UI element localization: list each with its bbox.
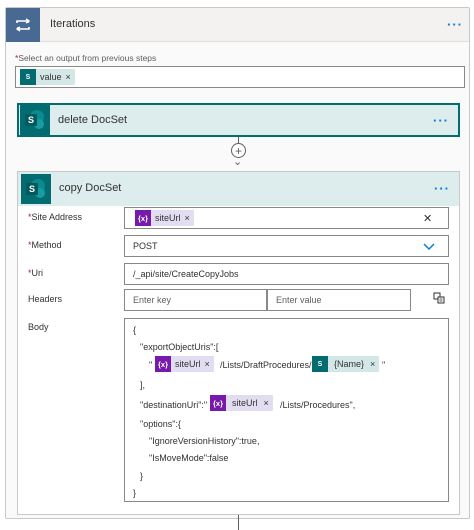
body-line: { (133, 325, 137, 335)
body-line: " (149, 360, 153, 370)
variable-icon: {x} (135, 210, 151, 226)
body-line: " (382, 360, 386, 370)
body-line: } (133, 488, 137, 498)
delete-docset-action[interactable]: S delete DocSet ··· (17, 103, 460, 137)
body-line: "IgnoreVersionHistory":true, (149, 436, 260, 446)
siteurl-token[interactable]: {x} siteUrl × (135, 210, 194, 226)
remove-token-icon[interactable]: × (370, 359, 379, 369)
value-token[interactable]: S value × (20, 69, 75, 85)
arrow-down-icon: ⌄ (233, 156, 243, 168)
site-address-field[interactable]: {x} siteUrl × ✕ (124, 207, 449, 229)
sharepoint-logo-icon: S (21, 174, 51, 204)
name-token[interactable]: S {Name} × (312, 356, 380, 372)
loop-header[interactable]: Iterations ··· (6, 8, 469, 42)
uri-label: *Uri (28, 268, 44, 278)
sharepoint-icon: S (20, 69, 36, 85)
body-label: Body (28, 322, 49, 332)
loop-icon (6, 8, 40, 42)
remove-token-icon[interactable]: × (66, 72, 75, 82)
copy-more-options-icon[interactable]: ··· (434, 182, 450, 195)
select-output-label: *Select an output from previous steps (15, 53, 157, 63)
uri-value: /_api/site/CreateCopyJobs (133, 269, 239, 279)
copy-docset-title: copy DocSet (59, 182, 122, 194)
header-key-input[interactable]: Enter key (124, 289, 267, 311)
header-value-input[interactable]: Enter value (267, 289, 411, 311)
variable-icon: {x} (155, 356, 171, 372)
loop-more-options-icon[interactable]: ··· (447, 18, 463, 31)
sharepoint-icon: S (312, 356, 328, 372)
body-line: } (140, 471, 144, 481)
body-line: /Lists/DraftProcedures/ (220, 360, 312, 370)
method-label: *Method (28, 240, 62, 250)
sharepoint-logo-icon: S (20, 105, 50, 135)
body-line: "options":{ (140, 419, 181, 429)
body-line: /Lists/Procedures", (280, 400, 356, 410)
siteurl-token[interactable]: {x} siteUrl × (210, 395, 273, 411)
body-line: "exportObjectUris":[ (140, 342, 219, 352)
body-line: "destinationUri":" (140, 400, 208, 410)
connector-line (238, 515, 239, 530)
variable-icon: {x} (210, 395, 226, 411)
method-value: POST (133, 241, 158, 251)
clear-field-icon[interactable]: ✕ (423, 212, 432, 225)
method-dropdown[interactable]: POST (124, 235, 449, 257)
uri-field[interactable]: /_api/site/CreateCopyJobs (124, 263, 449, 285)
body-line: "IsMoveMode":false (149, 453, 229, 463)
chevron-down-icon[interactable] (423, 243, 435, 251)
site-address-label: *Site Address (28, 212, 83, 222)
remove-token-icon[interactable]: × (185, 213, 194, 223)
switch-to-text-mode-icon[interactable] (433, 292, 445, 304)
remove-token-icon[interactable]: × (264, 398, 273, 408)
delete-docset-title: delete DocSet (58, 114, 128, 126)
siteurl-token[interactable]: {x} siteUrl × (155, 356, 214, 372)
copy-docset-header[interactable]: S copy DocSet ··· (18, 172, 459, 206)
loop-title: Iterations (50, 18, 96, 30)
select-output-field[interactable]: S value × (15, 66, 465, 88)
body-editor[interactable]: { "exportObjectUris":[ " {x} siteUrl × /… (124, 318, 449, 502)
delete-docset-header[interactable]: S delete DocSet ··· (17, 103, 460, 137)
remove-token-icon[interactable]: × (205, 359, 214, 369)
headers-label: Headers (28, 294, 63, 304)
delete-more-options-icon[interactable]: ··· (433, 114, 449, 127)
body-line: ], (140, 380, 146, 390)
